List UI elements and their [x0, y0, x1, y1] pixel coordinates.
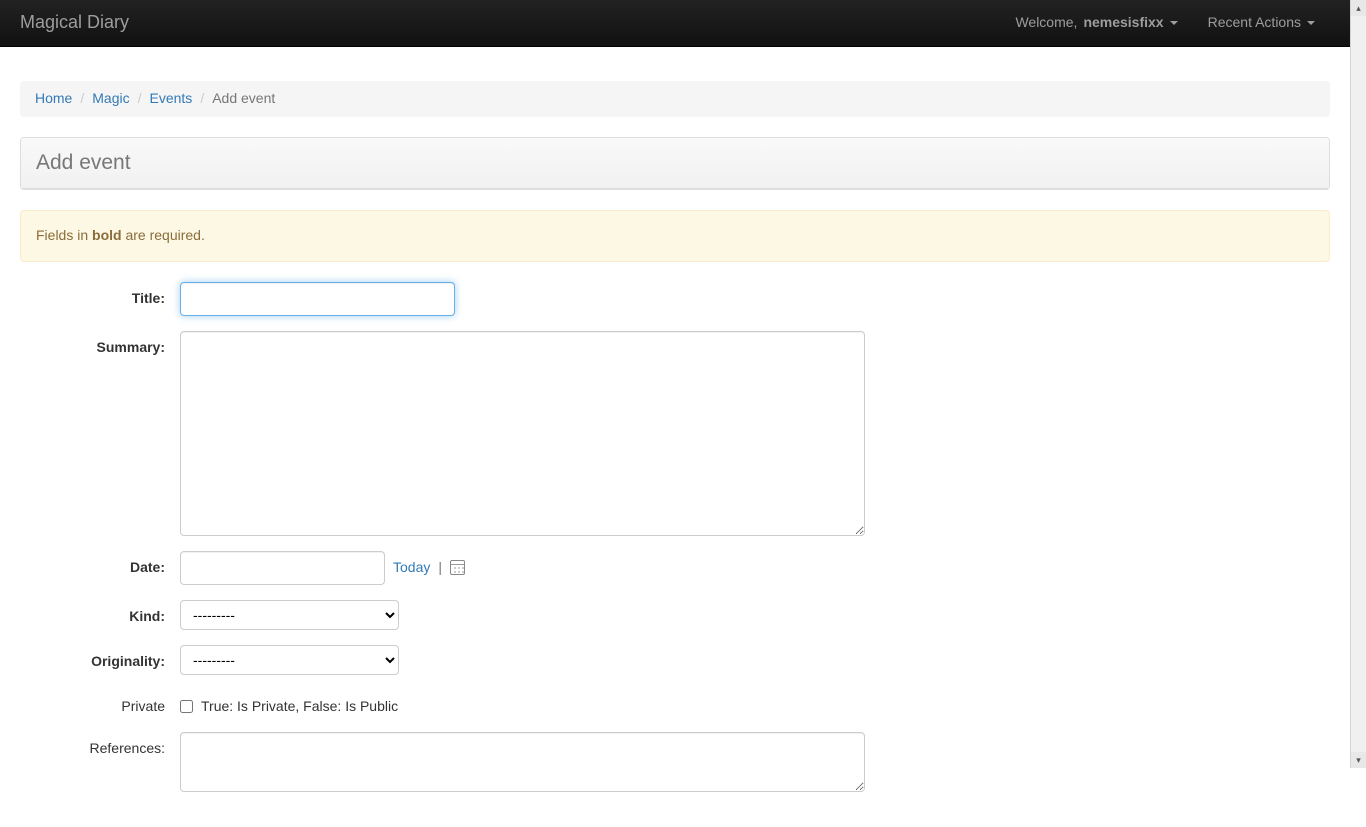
date-separator: | [438, 558, 442, 578]
page-title-panel: Add event [20, 137, 1330, 190]
scrollbar[interactable]: ▴ ▾ [1350, 0, 1366, 768]
scroll-down-icon[interactable]: ▾ [1351, 752, 1366, 768]
label-kind: Kind: [20, 600, 180, 627]
container: Home Magic Events Add event Add event Fi… [0, 47, 1350, 827]
scroll-up-icon[interactable]: ▴ [1351, 0, 1366, 16]
navbar-right: Welcome, nemesisfixx Recent Actions [1000, 3, 1330, 43]
username: nemesisfixx [1083, 13, 1163, 33]
today-link[interactable]: Today [393, 558, 430, 578]
row-summary: Summary: [20, 331, 1330, 536]
breadcrumb: Home Magic Events Add event [20, 81, 1330, 117]
alert-suffix: are required. [122, 227, 205, 243]
page-title: Add event [36, 148, 1314, 178]
calendar-icon[interactable] [450, 560, 465, 575]
panel-heading: Add event [21, 138, 1329, 189]
row-originality: Originality: --------- [20, 645, 1330, 675]
alert-prefix: Fields in [36, 227, 92, 243]
breadcrumb-magic[interactable]: Magic [92, 90, 129, 106]
originality-select[interactable]: --------- [180, 645, 399, 675]
label-originality: Originality: [20, 645, 180, 672]
welcome-prefix: Welcome, [1015, 13, 1077, 33]
brand-link[interactable]: Magical Diary [20, 0, 144, 46]
breadcrumb-home[interactable]: Home [35, 90, 72, 106]
row-date: Date: Today | [20, 551, 1330, 585]
row-private: Private True: Is Private, False: Is Publ… [20, 690, 1330, 717]
label-title: Title: [20, 282, 180, 309]
navbar: Magical Diary Welcome, nemesisfixx Recen… [0, 0, 1350, 47]
references-textarea[interactable] [180, 732, 865, 792]
row-title: Title: [20, 282, 1330, 316]
caret-down-icon [1307, 21, 1315, 25]
alert-bold: bold [92, 227, 122, 243]
recent-actions-label: Recent Actions [1208, 13, 1301, 33]
breadcrumb-active: Add event [212, 90, 275, 106]
recent-actions-menu[interactable]: Recent Actions [1193, 3, 1330, 43]
required-fields-alert: Fields in bold are required. [20, 210, 1330, 262]
label-date: Date: [20, 551, 180, 578]
title-input[interactable] [180, 282, 455, 316]
label-private: Private [20, 690, 180, 717]
private-help-text: True: Is Private, False: Is Public [201, 697, 398, 717]
row-references: References: [20, 732, 1330, 792]
private-checkbox[interactable] [180, 700, 193, 713]
label-summary: Summary: [20, 331, 180, 358]
summary-textarea[interactable] [180, 331, 865, 536]
date-input[interactable] [180, 551, 385, 585]
label-references: References: [20, 732, 180, 759]
user-menu[interactable]: Welcome, nemesisfixx [1000, 3, 1192, 43]
kind-select[interactable]: --------- [180, 600, 399, 630]
row-kind: Kind: --------- [20, 600, 1330, 630]
breadcrumb-events[interactable]: Events [150, 90, 193, 106]
caret-down-icon [1170, 21, 1178, 25]
add-event-form: Title: Summary: Date: Today | Kind: [20, 282, 1330, 792]
